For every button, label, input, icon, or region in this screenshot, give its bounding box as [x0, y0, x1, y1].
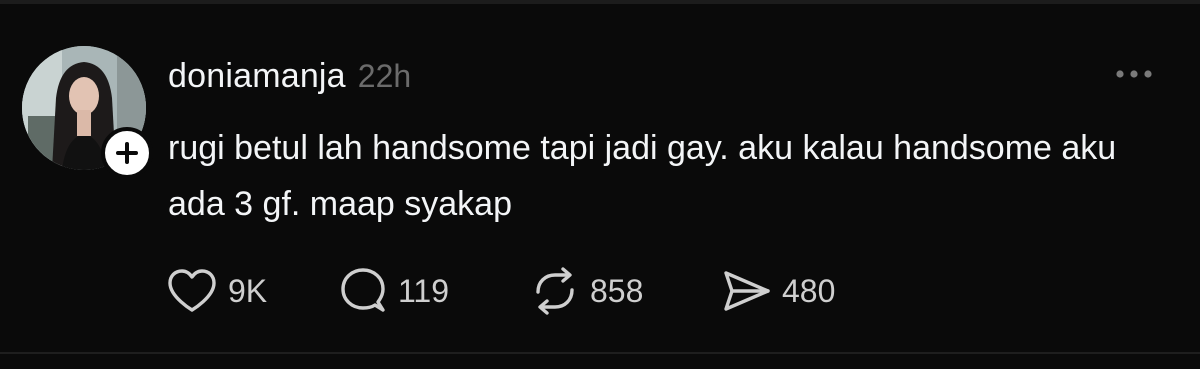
reply-count: 119	[398, 272, 450, 309]
repost-icon	[530, 266, 580, 316]
share-count: 480	[782, 272, 836, 309]
like-count: 9K	[228, 272, 268, 309]
send-icon	[722, 268, 772, 314]
more-options-button[interactable]	[1112, 60, 1156, 88]
plus-icon	[116, 142, 138, 164]
heart-icon	[166, 268, 218, 314]
comment-icon	[338, 266, 388, 316]
reply-button[interactable]: 119	[338, 266, 530, 316]
post-text: rugi betul lah handsome tapi jadi gay. a…	[168, 129, 1117, 223]
top-divider	[0, 0, 1200, 4]
like-button[interactable]: 9K	[166, 268, 338, 314]
follow-button[interactable]	[101, 127, 153, 179]
repost-count: 858	[590, 272, 644, 309]
username[interactable]: doniamanja	[168, 57, 346, 96]
bottom-divider	[0, 352, 1200, 354]
ellipsis-icon	[1116, 70, 1152, 78]
post-header: doniamanja 22h	[168, 52, 411, 100]
share-button[interactable]: 480	[722, 268, 862, 314]
post-actions: 9K 119 858 480	[166, 266, 862, 316]
repost-button[interactable]: 858	[530, 266, 722, 316]
post-timestamp[interactable]: 22h	[358, 58, 411, 95]
